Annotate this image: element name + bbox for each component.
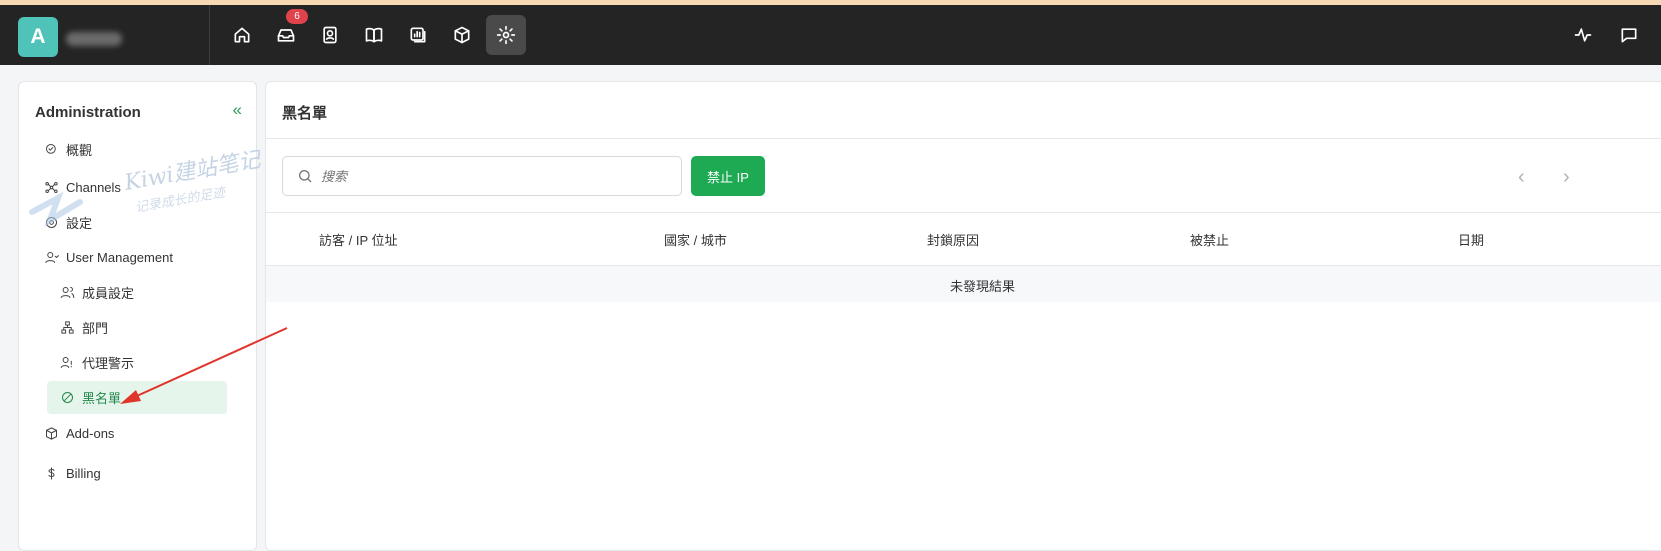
book-icon xyxy=(365,27,383,43)
empty-state-text: 未發現結果 xyxy=(950,279,1016,294)
sidebar-item-label: 黑名單 xyxy=(82,390,122,406)
search-box[interactable] xyxy=(282,156,682,196)
top-navbar: A 6 xyxy=(0,5,1661,65)
nav-contacts[interactable] xyxy=(310,15,350,55)
column-header-block-reason: 封鎖原因 xyxy=(927,233,980,248)
ban-icon xyxy=(62,391,73,403)
workspace-avatar[interactable]: A xyxy=(18,17,58,57)
sidebar-title: Administration xyxy=(35,104,141,121)
search-icon xyxy=(299,170,312,183)
sidebar-item-departments[interactable]: 部門 xyxy=(60,317,108,337)
column-header-banned-by: 被禁止 xyxy=(1190,233,1230,248)
sidebar-item-label: 概觀 xyxy=(66,142,93,158)
nav-settings[interactable] xyxy=(486,15,526,55)
gear-icon xyxy=(46,216,57,228)
blacklist-panel: 黑名單 禁止 IP ‹ › 訪客 / IP 位址 國家 / 城市 封鎖原因 被禁… xyxy=(265,81,1661,551)
sidebar-item-label: 代理警示 xyxy=(82,355,135,371)
sidebar-item-agent-alerts[interactable]: 代理警示 xyxy=(60,352,134,372)
column-header-visitor-ip: 訪客 / IP 位址 xyxy=(319,233,398,248)
column-header-country-city: 國家 / 城市 xyxy=(664,233,727,248)
members-icon xyxy=(60,286,75,298)
agent-alert-icon xyxy=(60,356,72,368)
brand-area: A xyxy=(0,5,210,65)
sidebar-item-label: Channels xyxy=(66,179,121,195)
activity-button[interactable] xyxy=(1563,15,1603,55)
user-icon xyxy=(45,251,59,263)
sidebar-item-label: 成員設定 xyxy=(82,285,135,301)
box-icon xyxy=(46,426,57,440)
box-icon xyxy=(454,26,470,44)
sidebar-item-members[interactable]: 成員設定 xyxy=(60,282,134,302)
sidebar-item-label: 設定 xyxy=(66,215,93,231)
departments-icon xyxy=(61,320,74,334)
ban-ip-button[interactable]: 禁止 IP xyxy=(691,156,765,196)
sidebar-item-channels[interactable]: Channels xyxy=(44,177,121,197)
contacts-icon xyxy=(323,26,337,44)
gear-icon xyxy=(496,25,516,45)
reports-icon xyxy=(410,27,426,43)
divider xyxy=(266,138,1661,139)
chat-button[interactable] xyxy=(1609,15,1649,55)
nav-knowledge-base[interactable] xyxy=(354,15,394,55)
sidebar-item-blacklist[interactable]: 黑名單 xyxy=(60,387,121,407)
sidebar-item-label: 部門 xyxy=(82,320,109,336)
divider xyxy=(266,212,1661,213)
next-page-button[interactable]: › xyxy=(1563,166,1570,189)
overview-icon xyxy=(46,143,56,154)
blurred-workspace-name xyxy=(66,32,122,46)
page-title: 黑名單 xyxy=(282,105,328,122)
dollar-icon xyxy=(48,466,55,480)
nav-inbox[interactable]: 6 xyxy=(266,9,308,55)
main-nav: 6 xyxy=(222,9,526,55)
nav-addons[interactable] xyxy=(442,15,482,55)
nav-reports[interactable] xyxy=(398,15,438,55)
sidebar-item-user-management[interactable]: User Management xyxy=(44,247,173,267)
inbox-badge: 6 xyxy=(286,9,308,24)
chat-icon xyxy=(1621,28,1637,43)
sidebar-item-label: User Management xyxy=(66,249,173,265)
inbox-icon xyxy=(277,29,295,42)
search-input[interactable] xyxy=(321,168,661,184)
activity-icon xyxy=(1574,28,1592,42)
prev-page-button[interactable]: ‹ xyxy=(1518,166,1525,189)
sidebar-item-label: Billing xyxy=(66,465,101,481)
collapse-sidebar-button[interactable]: « xyxy=(233,100,242,120)
column-header-date: 日期 xyxy=(1458,233,1485,248)
sidebar-item-label: Add-ons xyxy=(66,425,115,441)
sidebar-item-addons[interactable]: Add-ons xyxy=(44,423,114,443)
sidebar-item-billing[interactable]: Billing xyxy=(44,463,101,483)
nav-home[interactable] xyxy=(222,15,262,55)
top-right-actions xyxy=(1563,15,1649,55)
channels-icon xyxy=(45,181,58,193)
home-icon xyxy=(234,27,250,43)
sidebar-item-overview[interactable]: 概觀 xyxy=(44,139,92,159)
sidebar-item-settings[interactable]: 設定 xyxy=(44,212,92,232)
